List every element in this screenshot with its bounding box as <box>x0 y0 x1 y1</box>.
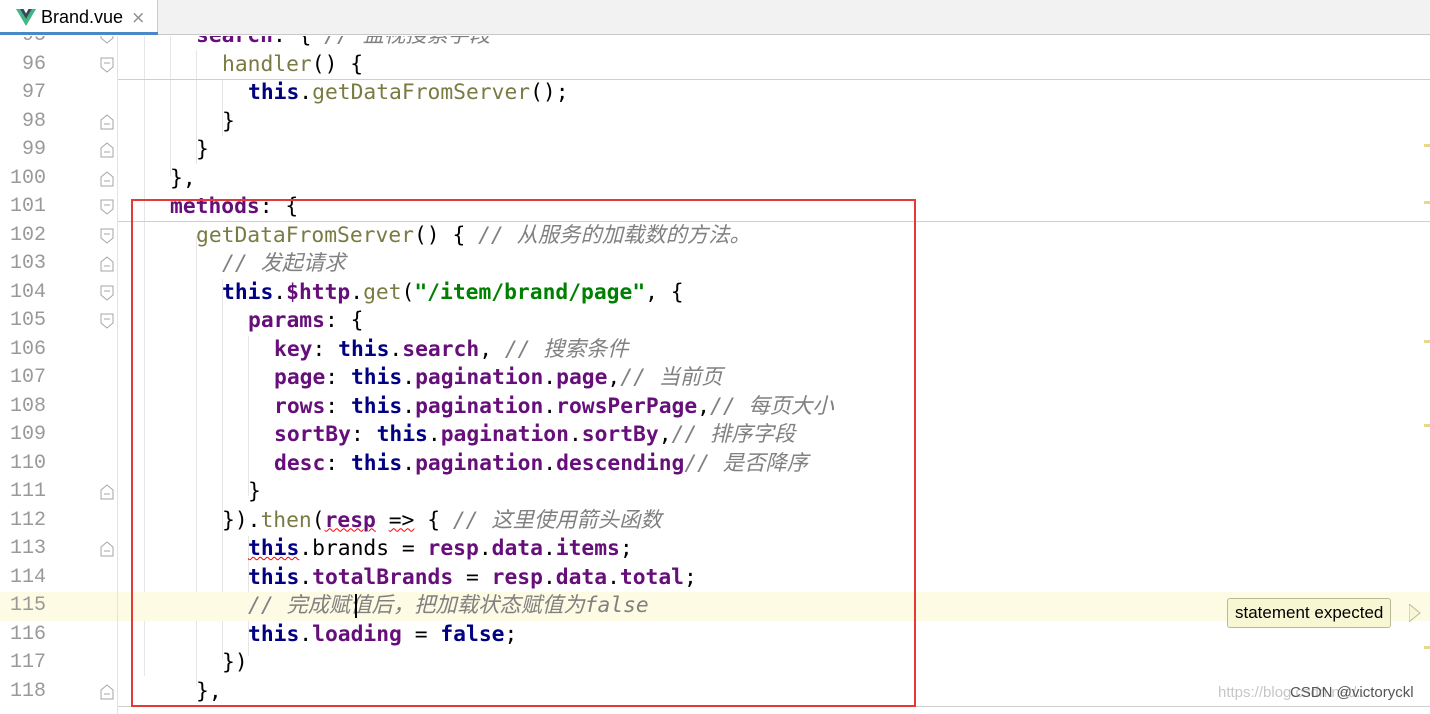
fold-end-icon[interactable] <box>100 683 114 700</box>
tab-label: Brand.vue <box>41 7 124 27</box>
code-token: : { <box>273 36 324 48</box>
line-number: 107 <box>9 366 46 389</box>
line-number: 117 <box>9 651 46 674</box>
text-caret <box>355 594 357 618</box>
code-text[interactable]: }, <box>170 165 196 194</box>
code-text[interactable]: } <box>196 136 209 165</box>
fold-open-icon[interactable] <box>100 57 114 73</box>
scrollbar-marker <box>1424 340 1430 343</box>
highlight-box <box>131 199 916 707</box>
line-number: 109 <box>9 423 46 446</box>
fold-end-icon[interactable] <box>100 142 114 158</box>
code-token: this <box>248 80 300 105</box>
code-token: }, <box>170 165 196 191</box>
code-token: // 监视搜索字段 <box>324 36 490 48</box>
code-token: () { <box>311 51 364 77</box>
fold-end-icon[interactable] <box>100 113 114 130</box>
code-token: (); <box>530 80 569 105</box>
line-number: 95 <box>0 36 46 51</box>
code-text[interactable]: this.getDataFromServer(); <box>248 79 569 108</box>
line-number: 97 <box>21 81 46 104</box>
close-tab-icon[interactable]: × <box>131 8 145 28</box>
active-tab-indicator <box>0 32 158 35</box>
scrollbar-marker <box>1424 201 1430 204</box>
code-token: getDataFromServer <box>312 80 531 105</box>
line-number: 111 <box>9 480 46 503</box>
code-text[interactable]: search: { // 监视搜索字段 <box>196 36 490 51</box>
code-text[interactable]: handler() { <box>222 51 363 80</box>
fold-open-icon[interactable] <box>100 285 114 301</box>
code-line[interactable]: 99} <box>0 136 1430 165</box>
fold-end-icon[interactable] <box>100 484 114 500</box>
code-token: . <box>299 80 313 105</box>
line-number: 99 <box>21 138 46 161</box>
watermark-author: CSDN @victoryckl <box>1290 684 1414 701</box>
line-number: 113 <box>9 537 46 560</box>
code-line[interactable]: 95 search: { // 监视搜索字段 <box>0 36 1430 51</box>
scrollbar-marker <box>1424 646 1430 649</box>
tooltip-arrow-icon <box>1409 604 1421 622</box>
code-token: } <box>196 137 209 162</box>
line-number: 116 <box>9 622 46 646</box>
line-number: 112 <box>9 508 46 532</box>
line-number: 110 <box>9 451 46 475</box>
line-number: 114 <box>9 565 46 589</box>
method-separator <box>118 79 1430 80</box>
code-line[interactable]: 96 handler() { <box>0 51 1430 80</box>
line-number: 103 <box>9 252 46 275</box>
line-number: 106 <box>9 337 46 361</box>
code-token: handler <box>222 51 312 77</box>
code-line[interactable]: 100}, <box>0 165 1430 194</box>
line-number: 104 <box>9 280 46 304</box>
line-number: 98 <box>21 109 46 133</box>
code-line[interactable]: 97 this.getDataFromServer(); <box>0 79 1430 108</box>
scrollbar-marker <box>1424 144 1430 147</box>
vue-logo-icon <box>16 8 36 26</box>
gutter-divider <box>117 36 118 714</box>
code-line[interactable]: 98} <box>0 108 1430 137</box>
line-number: 96 <box>21 52 46 76</box>
fold-open-icon[interactable] <box>100 228 114 244</box>
scrollbar-marker <box>1424 424 1430 427</box>
error-tooltip: statement expected <box>1227 598 1392 628</box>
line-number: 101 <box>9 195 46 218</box>
fold-end-icon[interactable] <box>100 541 114 557</box>
code-text[interactable]: } <box>222 108 235 137</box>
line-number: 118 <box>9 679 46 703</box>
editor-tab-bar: Brand.vue × <box>0 0 1430 35</box>
line-number: 102 <box>9 223 46 247</box>
line-number: 105 <box>9 309 46 332</box>
line-number: 108 <box>9 394 46 418</box>
line-number: 115 <box>9 594 46 617</box>
fold-end-icon[interactable] <box>100 170 114 187</box>
fold-open-icon[interactable] <box>100 313 114 329</box>
tab-brand-vue[interactable]: Brand.vue × <box>0 0 158 35</box>
code-editor[interactable]: 95 search: { // 监视搜索字段 96 handler() { 97 this… <box>0 36 1430 714</box>
code-token: } <box>222 108 235 134</box>
code-token: search <box>196 36 273 48</box>
line-number: 100 <box>9 166 46 190</box>
fold-end-icon[interactable] <box>100 256 114 272</box>
fold-open-icon[interactable] <box>100 199 114 215</box>
fold-open-icon[interactable] <box>100 36 114 44</box>
